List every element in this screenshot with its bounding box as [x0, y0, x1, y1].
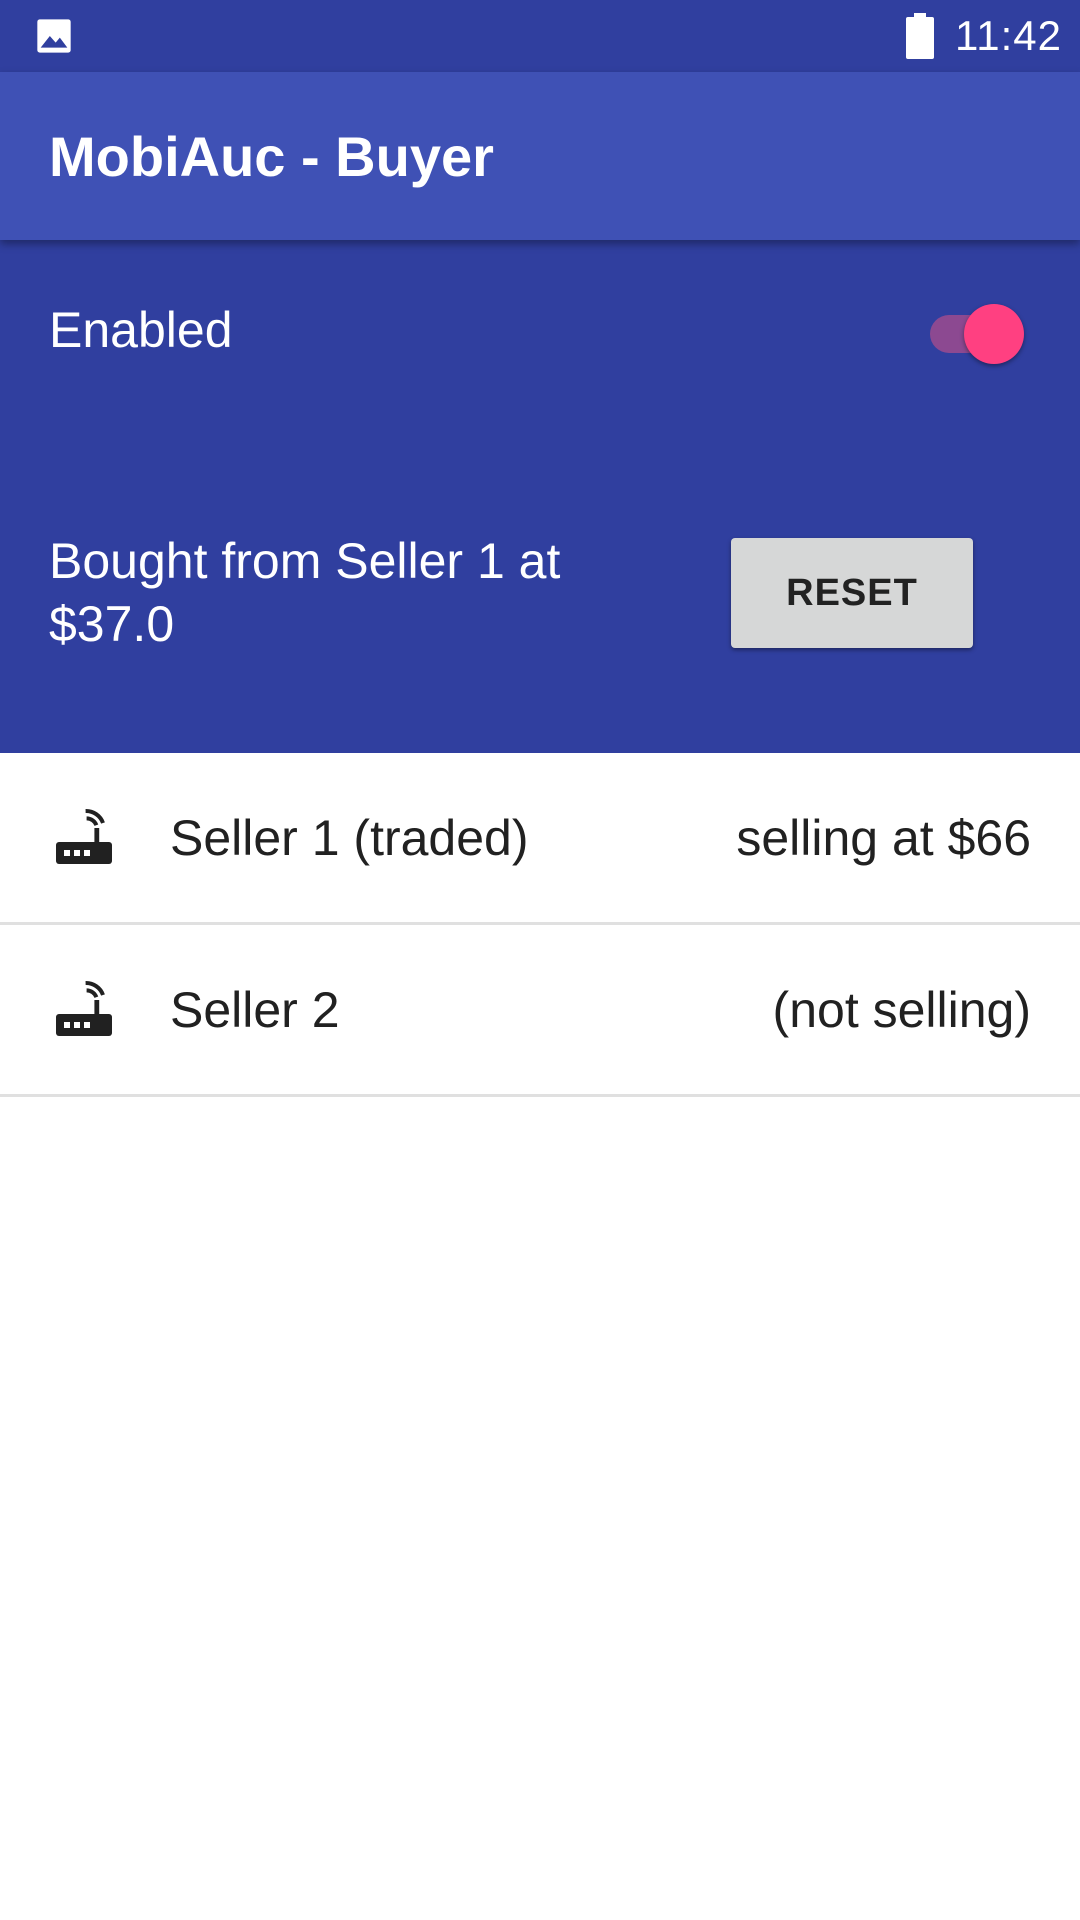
buyer-panel: Enabled Bought from Seller 1 at $37.0 RE…: [0, 240, 1080, 753]
list-item[interactable]: Seller 1 (traded) selling at $66: [0, 753, 1080, 925]
status-time: 11:42: [955, 12, 1062, 59]
router-icon: [56, 808, 112, 864]
switch-thumb: [964, 304, 1024, 364]
enabled-label: Enabled: [49, 302, 233, 358]
seller-name: Seller 1 (traded): [170, 809, 529, 866]
battery-icon: [906, 13, 934, 59]
app-title: MobiAuc - Buyer: [49, 124, 494, 188]
status-right: 11:42: [905, 12, 1062, 60]
enabled-row: Enabled: [49, 290, 1024, 370]
enabled-switch[interactable]: [924, 295, 1024, 365]
seller-status: (not selling): [772, 981, 1031, 1038]
app-bar: MobiAuc - Buyer: [0, 72, 1080, 240]
list-item[interactable]: Seller 2 (not selling): [0, 925, 1080, 1097]
status-left: [34, 16, 74, 56]
reset-button[interactable]: RESET: [731, 538, 973, 648]
status-bar: 11:42: [0, 0, 1080, 72]
seller-list: Seller 1 (traded) selling at $66 Seller …: [0, 753, 1080, 1097]
seller-status: selling at $66: [736, 809, 1031, 866]
router-icon: [56, 980, 112, 1036]
bought-status-text: Bought from Seller 1 at $37.0: [49, 533, 561, 652]
image-icon: [37, 19, 71, 53]
seller-name: Seller 2: [170, 981, 340, 1038]
bought-row: Bought from Seller 1 at $37.0 RESET: [49, 530, 973, 656]
